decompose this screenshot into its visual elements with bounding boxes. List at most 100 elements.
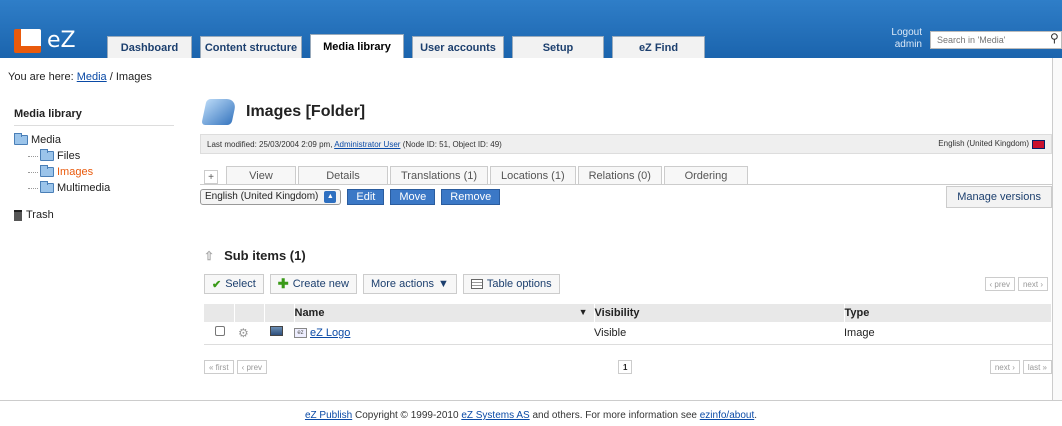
folder-icon xyxy=(201,99,237,125)
header-visibility[interactable]: Visibility xyxy=(594,304,845,322)
language-label: English (United Kingdom) xyxy=(938,139,1029,149)
next-page-button[interactable]: next › xyxy=(1017,277,1048,291)
footer-product-link[interactable]: eZ Publish xyxy=(305,410,352,421)
view-tabs: + View Details Translations (1) Location… xyxy=(204,166,1052,184)
page-title: Images [Folder] xyxy=(246,103,366,120)
row-name-link[interactable]: eZ Logo xyxy=(310,327,350,339)
prev-page-button-bottom[interactable]: ‹ prev xyxy=(236,360,268,374)
ez-logo[interactable]: eZ xyxy=(14,28,76,53)
footer-copyright: Copyright © 1999-2010 xyxy=(352,410,462,421)
title-row: Images [Folder] xyxy=(201,92,1052,132)
language-select[interactable]: English (United Kingdom) ▲ xyxy=(200,188,342,205)
sidebar-item-multimedia[interactable]: Multimedia xyxy=(14,180,174,196)
trash-icon xyxy=(14,209,22,221)
next-page-button-bottom[interactable]: next › xyxy=(989,360,1020,374)
vertical-scrollbar[interactable] xyxy=(1052,58,1062,400)
tab-user-accounts[interactable]: User accounts xyxy=(412,36,504,58)
last-modified: Last modified: 25/03/2004 2:09 pm, Admin… xyxy=(207,140,502,149)
logout-block: Logout admin xyxy=(891,27,922,51)
breadcrumb-link-media[interactable]: Media xyxy=(77,71,107,83)
header-checkbox-col xyxy=(204,304,235,322)
folder-icon xyxy=(14,133,28,145)
table-options-button[interactable]: Table options xyxy=(462,274,560,294)
footer-info-link[interactable]: ezinfo/about xyxy=(700,410,755,421)
tab-setup[interactable]: Setup xyxy=(512,36,604,58)
plus-icon: ✚ xyxy=(277,276,289,291)
current-user: admin xyxy=(894,39,922,50)
sidebar-item-label: Images xyxy=(57,166,94,178)
logout-link[interactable]: Logout xyxy=(891,27,922,39)
tab-media-library[interactable]: Media library xyxy=(310,34,404,58)
more-actions-label: More actions xyxy=(370,278,434,290)
header-name-label: Name xyxy=(294,307,325,319)
footer-divider xyxy=(0,400,1062,401)
tab-translations[interactable]: Translations (1) xyxy=(390,166,489,184)
breadcrumb-current: Images xyxy=(115,71,152,83)
manage-versions-button[interactable]: Manage versions xyxy=(946,186,1052,208)
tab-view[interactable]: View xyxy=(226,166,296,184)
meta-user-link[interactable]: Administrator User xyxy=(334,140,400,149)
up-arrow-icon[interactable]: ⇧ xyxy=(204,249,214,263)
table-options-label: Table options xyxy=(486,278,552,290)
tab-relations[interactable]: Relations (0) xyxy=(577,166,662,184)
row-visibility: Visible xyxy=(594,322,844,345)
breadcrumb-prefix: You are here: xyxy=(8,71,74,83)
expand-tabs-button[interactable]: + xyxy=(204,170,218,184)
remove-button[interactable]: Remove xyxy=(441,188,501,205)
sort-down-icon[interactable]: ▼ xyxy=(579,307,588,317)
sidebar-item-label: Trash xyxy=(26,209,54,221)
tab-locations[interactable]: Locations (1) xyxy=(490,166,576,184)
footer: eZ Publish Copyright © 1999-2010 eZ Syst… xyxy=(0,410,1062,421)
edit-button[interactable]: Edit xyxy=(347,188,385,205)
row-checkbox[interactable] xyxy=(215,326,225,337)
sidebar-item-media[interactable]: Media xyxy=(14,132,174,148)
sidebar-item-files[interactable]: Files xyxy=(14,148,174,164)
prev-page-button[interactable]: ‹ prev xyxy=(984,277,1015,291)
gear-icon[interactable]: ⚙ xyxy=(238,326,249,340)
select-button[interactable]: ✔ Select xyxy=(204,274,264,294)
table-icon xyxy=(470,279,483,289)
language-select-value: English (United Kingdom) xyxy=(205,191,319,202)
image-thumbnail-icon[interactable] xyxy=(270,326,283,337)
first-page-button[interactable]: « first xyxy=(204,360,234,374)
footer-tail: and others. For more information see xyxy=(529,410,700,421)
table-header-row: Name ▼ Visibility Type xyxy=(204,304,1052,322)
select-label: Select xyxy=(225,278,256,290)
tab-details[interactable]: Details xyxy=(298,166,388,184)
top-pager: ‹ prev next › xyxy=(984,277,1048,291)
footer-company-link[interactable]: eZ Systems AS xyxy=(461,410,529,421)
search-icon[interactable]: ⚲ xyxy=(1050,31,1059,45)
folder-icon xyxy=(40,149,54,161)
move-button[interactable]: Move xyxy=(390,188,436,205)
sidebar-item-trash[interactable]: Trash xyxy=(14,207,174,223)
sub-items-header: ⇧ Sub items (1) xyxy=(204,248,306,263)
more-actions-button[interactable]: More actions ▼ xyxy=(362,274,457,294)
chevron-down-icon: ▼ xyxy=(437,278,449,290)
row-action-cell: ⚙ xyxy=(234,322,264,345)
last-page-button[interactable]: last » xyxy=(1022,360,1052,374)
sub-items-toolbar: ✔ Select ✚ Create new More actions ▼ Tab… xyxy=(204,274,1052,294)
sidebar-item-images[interactable]: Images xyxy=(14,164,174,180)
search-input[interactable] xyxy=(930,31,1062,49)
meta-prefix: Last modified: 25/03/2004 2:09 pm, xyxy=(207,139,333,149)
sub-items-table: Name ▼ Visibility Type ⚙ ez eZ Logo Visib… xyxy=(204,304,1052,345)
create-new-label: Create new xyxy=(292,278,349,290)
top-header: eZ Dashboard Content structure Media lib… xyxy=(0,0,1062,58)
footer-end: . xyxy=(754,410,758,421)
select-arrows-icon: ▲ xyxy=(324,190,337,203)
sidebar-title: Media library xyxy=(14,108,174,126)
header-name[interactable]: Name ▼ xyxy=(294,304,595,322)
main-content: Images [Folder] Last modified: 25/03/200… xyxy=(200,92,1052,374)
header-type[interactable]: Type xyxy=(844,304,1052,322)
folder-icon xyxy=(40,165,54,177)
header-action-col xyxy=(234,304,265,322)
ez-logo-mark-icon xyxy=(14,28,41,53)
tab-ordering[interactable]: Ordering xyxy=(663,166,748,184)
sidebar-item-label: Files xyxy=(57,150,81,162)
create-new-button[interactable]: ✚ Create new xyxy=(269,274,357,294)
current-page-number[interactable]: 1 xyxy=(618,360,633,374)
meta-suffix: (Node ID: 51, Object ID: 49) xyxy=(402,139,502,149)
tab-dashboard[interactable]: Dashboard xyxy=(107,36,192,58)
tab-content-structure[interactable]: Content structure xyxy=(200,36,302,58)
tab-ez-find[interactable]: eZ Find xyxy=(612,36,705,58)
